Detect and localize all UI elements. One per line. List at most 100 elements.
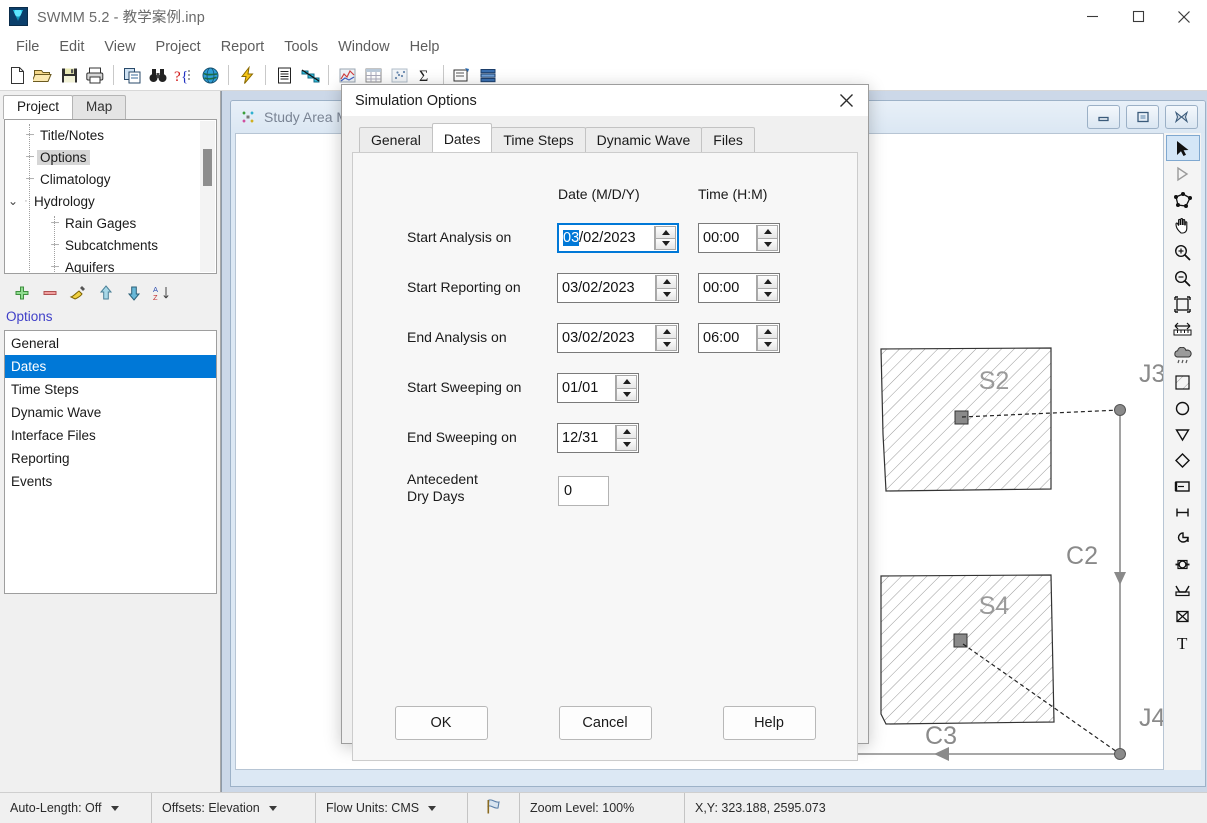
close-window-icon[interactable]: [1165, 105, 1198, 129]
globe-icon[interactable]: [197, 62, 223, 88]
add-plus-icon[interactable]: [12, 284, 31, 303]
status-run-flag[interactable]: [468, 793, 520, 823]
tab-dynamic-wave[interactable]: Dynamic Wave: [584, 127, 703, 152]
measure-distance-icon[interactable]: [1166, 317, 1200, 343]
start-analysis-time-spinner[interactable]: [756, 225, 778, 251]
menu-window[interactable]: Window: [328, 36, 400, 58]
spinner-down-button[interactable]: [616, 388, 637, 401]
option-item-dynamic-wave[interactable]: Dynamic Wave: [5, 401, 216, 424]
start-reporting-date-input[interactable]: 03/02/2023: [557, 273, 679, 303]
spinner-up-button[interactable]: [757, 225, 778, 239]
start-analysis-time-input[interactable]: 00:00: [698, 223, 780, 253]
print-icon[interactable]: [82, 62, 108, 88]
tab-dates[interactable]: Dates: [431, 123, 493, 152]
report-document-icon[interactable]: [271, 62, 297, 88]
restore-down-icon[interactable]: [1087, 105, 1120, 129]
find-binoculars-icon[interactable]: [145, 62, 171, 88]
profile-plot-icon[interactable]: [297, 62, 323, 88]
status-auto-length[interactable]: Auto-Length: Off: [0, 793, 152, 823]
tree-item-rain-gages[interactable]: ─ Rain Gages: [5, 212, 216, 234]
spinner-up-button[interactable]: [757, 325, 778, 339]
delete-minus-icon[interactable]: [40, 284, 59, 303]
end-analysis-time-spinner[interactable]: [756, 325, 778, 351]
edit-pencil-icon[interactable]: [68, 284, 87, 303]
spinner-down-button[interactable]: [757, 288, 778, 301]
tree-item-subcatchments[interactable]: ─ Subcatchments: [5, 234, 216, 256]
ok-button[interactable]: OK: [394, 706, 488, 740]
tab-project[interactable]: Project: [3, 95, 74, 119]
chevron-down-icon[interactable]: [268, 805, 277, 811]
spinner-up-button[interactable]: [655, 226, 676, 239]
tree-item-title-notes[interactable]: ─ Title/Notes: [5, 124, 216, 146]
new-file-icon[interactable]: [4, 62, 30, 88]
copy-icon[interactable]: [119, 62, 145, 88]
tree-scrollbar-thumb[interactable]: [203, 149, 212, 186]
antecedent-dry-days-input[interactable]: 0: [558, 476, 609, 506]
close-icon[interactable]: [824, 85, 868, 116]
end-sweeping-input[interactable]: 12/31: [557, 423, 639, 453]
menu-view[interactable]: View: [94, 36, 145, 58]
select-vertex-arrow-icon[interactable]: [1166, 161, 1200, 187]
maximize-window-icon[interactable]: [1126, 105, 1159, 129]
spinner-up-button[interactable]: [616, 375, 637, 389]
add-label-text-icon[interactable]: T: [1166, 629, 1200, 655]
chevron-down-icon[interactable]: [110, 805, 119, 811]
add-weir-link-icon[interactable]: [1166, 577, 1200, 603]
tree-item-aquifers[interactable]: ─ Aquifers: [5, 256, 216, 274]
add-pump-link-icon[interactable]: [1166, 525, 1200, 551]
start-reporting-time-input[interactable]: 00:00: [698, 273, 780, 303]
save-disk-icon[interactable]: [56, 62, 82, 88]
pan-hand-icon[interactable]: [1166, 213, 1200, 239]
spinner-down-button[interactable]: [655, 238, 676, 250]
tree-item-climatology[interactable]: ─ Climatology: [5, 168, 216, 190]
spinner-up-button[interactable]: [656, 275, 677, 289]
end-analysis-date-input[interactable]: 03/02/2023: [557, 323, 679, 353]
tree-item-hydrology[interactable]: ⌄ · Hydrology: [5, 190, 216, 212]
full-extent-icon[interactable]: [1166, 291, 1200, 317]
query-icon[interactable]: ?{: [171, 62, 197, 88]
add-rain-gage-icon[interactable]: [1166, 343, 1200, 369]
add-storage-unit-icon[interactable]: [1166, 473, 1200, 499]
menu-edit[interactable]: Edit: [49, 36, 94, 58]
tree-scrollbar[interactable]: [200, 121, 215, 272]
open-folder-icon[interactable]: [30, 62, 56, 88]
option-item-interface-files[interactable]: Interface Files: [5, 424, 216, 447]
tab-files[interactable]: Files: [701, 127, 755, 152]
end-analysis-date-spinner[interactable]: [655, 325, 677, 351]
start-sweeping-input[interactable]: 01/01: [557, 373, 639, 403]
end-analysis-time-input[interactable]: 06:00: [698, 323, 780, 353]
start-analysis-date-input[interactable]: 03/02/2023: [557, 223, 679, 253]
options-list[interactable]: General Dates Time Steps Dynamic Wave In…: [4, 330, 217, 594]
spinner-down-button[interactable]: [757, 238, 778, 251]
help-button[interactable]: Help: [722, 706, 816, 740]
select-region-polygon-icon[interactable]: [1166, 187, 1200, 213]
close-icon[interactable]: [1161, 0, 1207, 33]
menu-tools[interactable]: Tools: [274, 36, 328, 58]
spinner-down-button[interactable]: [616, 438, 637, 451]
add-junction-node-icon[interactable]: [1166, 395, 1200, 421]
option-item-events[interactable]: Events: [5, 470, 216, 493]
option-item-dates[interactable]: Dates: [5, 355, 216, 378]
spinner-down-button[interactable]: [757, 338, 778, 351]
spinner-up-button[interactable]: [656, 325, 677, 339]
option-item-time-steps[interactable]: Time Steps: [5, 378, 216, 401]
chevron-down-icon[interactable]: ⌄: [5, 194, 21, 208]
move-up-icon[interactable]: [96, 284, 115, 303]
zoom-in-icon[interactable]: [1166, 239, 1200, 265]
add-conduit-link-icon[interactable]: [1166, 499, 1200, 525]
start-reporting-time-spinner[interactable]: [756, 275, 778, 301]
spinner-up-button[interactable]: [616, 425, 637, 439]
chevron-down-icon[interactable]: [428, 805, 437, 811]
cancel-button[interactable]: Cancel: [558, 706, 652, 740]
add-outfall-node-icon[interactable]: [1166, 421, 1200, 447]
select-object-arrow-icon[interactable]: [1165, 135, 1200, 161]
spinner-down-button[interactable]: [656, 288, 677, 301]
zoom-out-icon[interactable]: [1166, 265, 1200, 291]
end-sweeping-spinner[interactable]: [615, 425, 637, 451]
start-reporting-date-spinner[interactable]: [655, 275, 677, 301]
minimize-icon[interactable]: [1069, 0, 1115, 33]
tab-map[interactable]: Map: [72, 95, 127, 119]
menu-help[interactable]: Help: [400, 36, 450, 58]
add-subcatchment-icon[interactable]: [1166, 369, 1200, 395]
spinner-up-button[interactable]: [757, 275, 778, 289]
